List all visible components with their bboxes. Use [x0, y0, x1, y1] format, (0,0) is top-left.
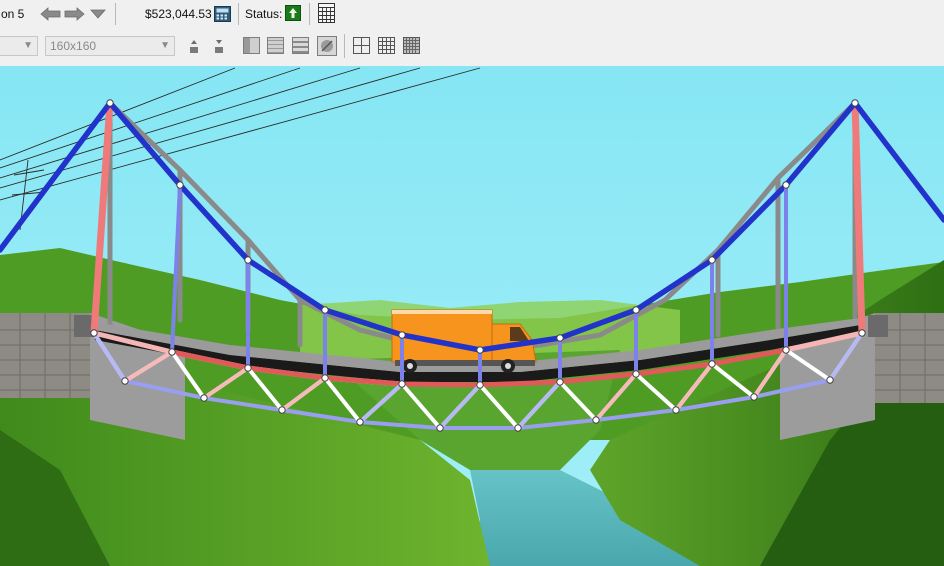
- calculator-icon[interactable]: [213, 5, 231, 23]
- report-icon[interactable]: [317, 3, 335, 23]
- tree-up-icon[interactable]: [285, 5, 301, 21]
- member-details-icon[interactable]: [292, 37, 309, 54]
- grid-fine-icon[interactable]: [403, 37, 420, 54]
- budget-value: $523,044.53: [145, 7, 212, 21]
- arrow-left-icon[interactable]: [40, 6, 61, 22]
- chevron-down-icon: ▼: [23, 40, 33, 51]
- animation-icon[interactable]: [317, 36, 337, 56]
- grid-medium-icon[interactable]: [378, 37, 395, 54]
- member-up-icon[interactable]: [187, 38, 201, 54]
- top-toolbar: on 5 $523,044.53 Status:: [0, 0, 944, 31]
- bridge-3d-view[interactable]: [0, 66, 944, 566]
- member-down-icon[interactable]: [212, 38, 226, 54]
- material-combo[interactable]: ▼: [0, 36, 38, 56]
- triangle-down-icon[interactable]: [89, 7, 107, 21]
- tile-size-combo[interactable]: 160x160 ▼: [45, 36, 175, 56]
- toolbar-separator: [309, 3, 310, 25]
- tile-size-value: 160x160: [50, 39, 97, 53]
- chevron-down-icon: ▼: [160, 40, 170, 51]
- toolbar-separator: [115, 3, 116, 25]
- member-list-icon[interactable]: [243, 37, 260, 54]
- status-label: Status:: [245, 7, 283, 21]
- grid-coarse-icon[interactable]: [353, 37, 370, 54]
- toolbar-separator: [238, 3, 239, 25]
- iteration-label: on 5: [1, 7, 25, 21]
- secondary-toolbar: ▼ 160x160 ▼: [0, 30, 944, 66]
- arrow-right-icon[interactable]: [64, 6, 85, 22]
- member-table-icon[interactable]: [267, 37, 284, 54]
- toolbar-separator: [344, 34, 345, 58]
